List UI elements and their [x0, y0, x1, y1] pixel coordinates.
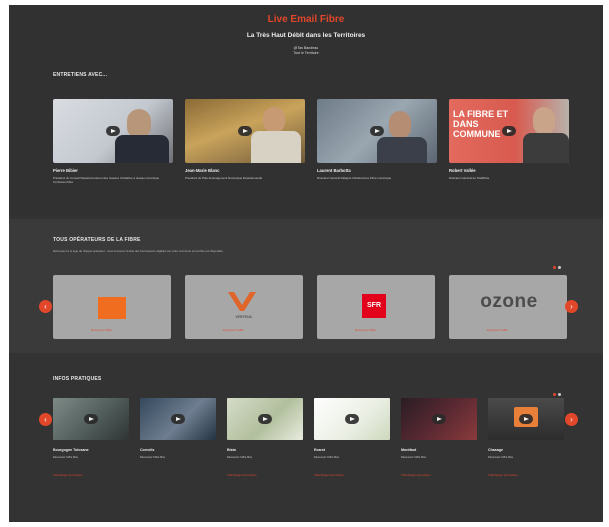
- play-icon[interactable]: [345, 414, 359, 424]
- interviewee-role: Directeur Général Délégué Infrastructure…: [317, 176, 392, 180]
- verteuil-logo: [228, 292, 256, 311]
- interview-video-4[interactable]: LA FIBRE ET DANS COMMUNE: [449, 99, 569, 163]
- speaker-jacket: [523, 133, 569, 163]
- play-icon[interactable]: [519, 414, 533, 424]
- practical-next-arrow[interactable]: ›: [565, 413, 578, 426]
- practical-thumb-6[interactable]: [488, 398, 564, 440]
- practical-item-name: Bourgogne Tolosane: [53, 448, 89, 452]
- operator-card-orange[interactable]: Découvrir l'offre: [53, 275, 171, 339]
- speaker-face: [263, 107, 285, 133]
- practical-thumb-1[interactable]: [53, 398, 129, 440]
- interview-video-2[interactable]: [185, 99, 305, 163]
- speaker-face: [389, 111, 411, 139]
- operators-title: TOUS OPÉRATEURS DE LA FIBRE: [53, 237, 141, 243]
- practical-item-sub: Découvrez l'offre fibre: [53, 456, 79, 459]
- play-icon[interactable]: [106, 126, 120, 136]
- speaker-shirt: [251, 131, 301, 163]
- speaker-suit: [115, 135, 169, 163]
- play-icon[interactable]: [171, 414, 185, 424]
- practical-item-name: Bisto: [227, 448, 236, 452]
- operators-prev-arrow[interactable]: ‹: [39, 300, 52, 313]
- practical-item-cta[interactable]: Télécharger la brochure: [401, 473, 431, 477]
- interviewee-role: Président du Conseil Départemental et de…: [53, 176, 160, 184]
- page: Live Email Fibre La Très Haut Débit dans…: [9, 5, 603, 522]
- practical-thumb-5[interactable]: [401, 398, 477, 440]
- practical-item-cta[interactable]: Télécharger la brochure: [53, 473, 83, 477]
- interviews-title: ENTRETIENS AVEC...: [53, 72, 108, 78]
- operator-card-sfr[interactable]: SFR Découvrir l'offre: [317, 275, 435, 339]
- practical-thumb-2[interactable]: [140, 398, 216, 440]
- operator-card-verteuil[interactable]: VERTEUIL Découvrir l'offre: [185, 275, 303, 339]
- operator-card-ozone[interactable]: ozone Découvrir l'offre: [449, 275, 567, 339]
- speaker-suit: [377, 137, 427, 163]
- carousel-dot-active[interactable]: [553, 266, 556, 269]
- play-icon[interactable]: [258, 414, 272, 424]
- interview-video-3[interactable]: [317, 99, 437, 163]
- practical-thumb-3[interactable]: [227, 398, 303, 440]
- verteuil-wordmark: VERTEUIL: [235, 315, 253, 319]
- play-icon[interactable]: [84, 414, 98, 424]
- carousel-dot[interactable]: [558, 266, 561, 269]
- practical-item-sub: Découvrez l'offre fibre: [227, 456, 253, 459]
- hero-handle: @Tas Bandeau Tout le Territoire: [9, 46, 603, 56]
- operator-cta[interactable]: Découvrir l'offre: [91, 328, 112, 332]
- page-subtitle: La Très Haut Débit dans les Territoires: [246, 32, 366, 39]
- practical-title: INFOS PRATIQUES: [53, 376, 102, 382]
- operator-cta[interactable]: Découvrir l'offre: [355, 328, 376, 332]
- carousel-dot[interactable]: [558, 393, 561, 396]
- play-icon[interactable]: [432, 414, 446, 424]
- interviewee-role: Président du Pôle Aménagement Numérique …: [185, 176, 262, 180]
- practical-item-name: Chasage: [488, 448, 503, 452]
- carousel-dots: [551, 256, 561, 274]
- sfr-logo: SFR: [362, 294, 386, 318]
- operators-next-arrow[interactable]: ›: [565, 300, 578, 313]
- interview-video-1[interactable]: [53, 99, 173, 163]
- practical-item-name: Montfaut: [401, 448, 417, 452]
- play-icon[interactable]: [238, 126, 252, 136]
- hero-handle-line2: Tout le Territoire: [293, 51, 319, 55]
- orange-logo: [98, 297, 126, 319]
- page-title: Live Email Fibre: [267, 14, 345, 25]
- operators-description: Retrouvez ici le logo de chaque opérateu…: [53, 249, 223, 253]
- interviewee-role: Directeur Général de TotalFibre: [449, 176, 490, 180]
- practical-item-sub: Découvrez l'offre fibre: [314, 456, 340, 459]
- interviewee-name: Pierre Bibier: [53, 168, 78, 173]
- play-icon[interactable]: [502, 126, 516, 136]
- operator-cta[interactable]: Découvrir l'offre: [487, 328, 508, 332]
- operator-cta[interactable]: Découvrir l'offre: [223, 328, 244, 332]
- practical-thumb-4[interactable]: [314, 398, 390, 440]
- practical-item-name: Ecarst: [314, 448, 325, 452]
- practical-item-sub: Découvrez l'offre fibre: [401, 456, 427, 459]
- practical-item-cta[interactable]: Télécharger la brochure: [227, 473, 257, 477]
- speaker-face: [533, 107, 555, 135]
- play-icon[interactable]: [370, 126, 384, 136]
- practical-item-name: Cornelis: [140, 448, 155, 452]
- practical-item-sub: Découvrez l'offre fibre: [140, 456, 166, 459]
- ozone-logo: ozone: [480, 291, 538, 312]
- practical-item-cta[interactable]: Télécharger la brochure: [488, 473, 518, 477]
- practical-item-cta[interactable]: Télécharger la brochure: [314, 473, 344, 477]
- interviewee-name: Laurent Barbotta: [317, 168, 351, 173]
- interviewee-name: Robert Vallée: [449, 168, 476, 173]
- interviewee-name: Jean-Marie Blanc: [185, 168, 220, 173]
- practical-item-sub: Découvrez l'offre fibre: [488, 456, 514, 459]
- carousel-dot-active[interactable]: [553, 393, 556, 396]
- practical-prev-arrow[interactable]: ‹: [39, 413, 52, 426]
